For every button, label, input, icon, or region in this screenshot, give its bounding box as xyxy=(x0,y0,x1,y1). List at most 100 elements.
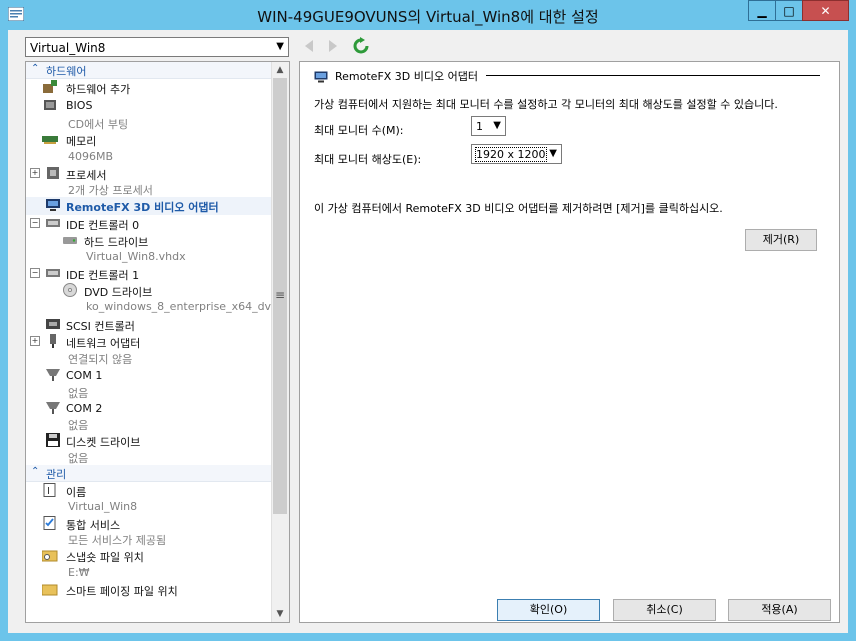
collapse-chevron-icon: ⌃ xyxy=(31,466,40,477)
hard-drive-icon xyxy=(63,237,77,244)
tree-item-bios[interactable]: BIOS CD에서 부팅 xyxy=(26,97,272,131)
scroll-down-icon[interactable]: ▼ xyxy=(272,606,288,622)
tree-item-label: 하드웨어 추가 xyxy=(66,83,131,96)
cancel-button[interactable]: 취소(C) xyxy=(613,599,716,621)
vm-selector-dropdown[interactable]: Virtual_Win8 ▼ xyxy=(25,37,289,57)
max-monitors-dropdown[interactable]: 1 ▼ xyxy=(471,116,506,136)
tree-item-label: 스마트 페이징 파일 위치 xyxy=(66,585,178,598)
tree-scrollbar[interactable]: ▲ ≡ ▼ xyxy=(271,62,289,622)
collapse-icon[interactable]: − xyxy=(30,268,40,278)
refresh-icon[interactable] xyxy=(352,37,370,55)
title-divider xyxy=(486,75,820,76)
chevron-down-icon: ▼ xyxy=(493,120,501,131)
com-port-icon xyxy=(46,369,60,381)
tree-item-label: IDE 컨트롤러 0 xyxy=(66,219,140,232)
bios-chip-icon xyxy=(44,100,56,110)
tree-item-detail: 모든 서비스가 제공됨 xyxy=(68,534,167,547)
tree-item-smart-paging[interactable]: 스마트 페이징 파일 위치 xyxy=(26,581,272,599)
vm-selector-value: Virtual_Win8 xyxy=(30,41,106,55)
panel-title: RemoteFX 3D 비디오 어댑터 xyxy=(335,70,478,83)
tree-item-detail: ko_windows_8_enterprise_x64_dv... xyxy=(86,300,281,313)
settings-window: WIN-49GUE9OVUNS의 Virtual_Win8에 대한 설정 ▁ □… xyxy=(0,0,856,641)
title-bar[interactable]: WIN-49GUE9OVUNS의 Virtual_Win8에 대한 설정 ▁ □… xyxy=(0,0,856,30)
maximize-icon: □ xyxy=(783,3,795,18)
panel-description: 가상 컴퓨터에서 지원하는 최대 모니터 수를 설정하고 각 모니터의 최대 해… xyxy=(314,98,778,111)
ide-controller-icon xyxy=(46,269,60,277)
tree-item-dvd-drive[interactable]: DVD 드라이브 ko_windows_8_enterprise_x64_dv.… xyxy=(26,282,281,316)
minimize-button[interactable]: ▁ xyxy=(748,0,776,21)
chevron-down-icon: ▼ xyxy=(276,41,284,52)
tree-item-ide0[interactable]: − IDE 컨트롤러 0 xyxy=(26,215,272,232)
scrollbar-thumb[interactable]: ≡ xyxy=(273,78,287,514)
collapse-icon[interactable]: − xyxy=(30,218,40,228)
tree-item-hard-drive[interactable]: 하드 드라이브 Virtual_Win8.vhdx xyxy=(26,232,272,265)
tree-item-label: COM 2 xyxy=(66,402,103,415)
tree-item-remotefx[interactable]: RemoteFX 3D 비디오 어댑터 xyxy=(26,197,272,215)
back-arrow-icon[interactable] xyxy=(302,38,316,54)
remove-instructions: 이 가상 컴퓨터에서 RemoteFX 3D 비디오 어댑터를 제거하려면 [제… xyxy=(314,202,723,215)
apply-button[interactable]: 적용(A) xyxy=(728,599,831,621)
expand-icon[interactable]: + xyxy=(30,168,40,178)
tree-item-label: 네트워크 어댑터 xyxy=(66,337,141,350)
tree-item-label: DVD 드라이브 xyxy=(84,286,153,299)
tree-item-name[interactable]: I 이름 Virtual_Win8 xyxy=(26,482,272,515)
settings-tree-content: ⌃ 하드웨어 하드웨어 추가 BIOS CD에서 부팅 메모리 4096MB +… xyxy=(26,62,281,599)
max-resolution-dropdown[interactable]: 1920 x 1200 ▼ xyxy=(471,144,562,164)
monitor-icon xyxy=(314,71,328,83)
tree-item-snapshot-location[interactable]: 스냅숏 파일 위치 E:₩ xyxy=(26,547,272,581)
tree-item-label: RemoteFX 3D 비디오 어댑터 xyxy=(66,201,219,214)
processor-icon xyxy=(47,167,59,179)
hardware-section-title: 하드웨어 xyxy=(46,65,87,78)
snapshot-folder-icon xyxy=(42,550,58,562)
tree-item-detail: 연결되지 않음 xyxy=(68,353,133,366)
integration-services-icon xyxy=(43,516,56,530)
forward-arrow-icon[interactable] xyxy=(326,38,340,54)
max-monitors-value: 1 xyxy=(476,120,483,133)
add-hardware-icon xyxy=(43,80,57,93)
tree-item-detail: 4096MB xyxy=(68,150,114,163)
tree-item-detail: Virtual_Win8 xyxy=(68,500,138,513)
close-button[interactable]: ✕ xyxy=(802,0,849,21)
window-client: Virtual_Win8 ▼ ⌃ 하드웨어 하드웨어 추가 BIOS CD에서 … xyxy=(8,30,848,633)
maximize-button[interactable]: □ xyxy=(775,0,803,21)
tree-item-label: 디스켓 드라이브 xyxy=(66,436,141,449)
tree-item-ide1[interactable]: − IDE 컨트롤러 1 xyxy=(26,265,272,282)
diskette-icon xyxy=(46,433,60,447)
tree-item-label: 통합 서비스 xyxy=(66,519,121,532)
name-text-icon: I xyxy=(43,483,56,497)
svg-text:I: I xyxy=(47,486,50,497)
tree-item-scsi[interactable]: SCSI 컨트롤러 xyxy=(26,316,272,333)
tree-item-detail: 없음 xyxy=(68,387,89,400)
tree-item-label: BIOS xyxy=(66,99,93,112)
monitor-icon xyxy=(46,199,60,211)
tree-item-label: 스냅숏 파일 위치 xyxy=(66,551,144,564)
tree-item-integration-services[interactable]: 통합 서비스 모든 서비스가 제공됨 xyxy=(26,515,272,547)
smart-paging-folder-icon xyxy=(42,584,58,596)
max-resolution-label: 최대 모니터 해상도(E): xyxy=(314,153,422,166)
tree-item-network-adapter[interactable]: + 네트워크 어댑터 연결되지 않음 xyxy=(26,333,272,367)
close-icon: ✕ xyxy=(820,3,831,18)
tree-item-com1[interactable]: COM 1 없음 xyxy=(26,367,272,400)
tree-item-detail: 없음 xyxy=(68,452,89,465)
expand-icon[interactable]: + xyxy=(30,336,40,346)
tree-item-detail: CD에서 부팅 xyxy=(68,118,129,131)
com-port-icon xyxy=(46,402,60,414)
tree-item-memory[interactable]: 메모리 4096MB xyxy=(26,131,272,165)
tree-item-label: IDE 컨트롤러 1 xyxy=(66,269,140,282)
tree-item-detail: Virtual_Win8.vhdx xyxy=(86,250,186,263)
ide-controller-icon xyxy=(46,219,60,227)
scroll-up-icon[interactable]: ▲ xyxy=(272,62,288,78)
tree-item-add-hardware[interactable]: 하드웨어 추가 xyxy=(26,79,272,97)
max-resolution-value: 1920 x 1200 xyxy=(475,147,547,162)
remove-button[interactable]: 제거(R) xyxy=(745,229,817,251)
settings-detail-panel: RemoteFX 3D 비디오 어댑터 가상 컴퓨터에서 지원하는 최대 모니터… xyxy=(299,61,840,623)
tree-item-label: 하드 드라이브 xyxy=(84,236,149,249)
dvd-disc-icon xyxy=(63,283,77,297)
management-section-header[interactable]: ⌃ 관리 xyxy=(26,465,272,482)
chevron-down-icon: ▼ xyxy=(549,148,557,159)
ok-button[interactable]: 확인(O) xyxy=(497,599,600,621)
tree-item-com2[interactable]: COM 2 없음 xyxy=(26,400,272,432)
hardware-section-header[interactable]: ⌃ 하드웨어 xyxy=(26,62,272,79)
tree-item-processor[interactable]: + 프로세서 2개 가상 프로세서 xyxy=(26,165,272,197)
tree-item-diskette[interactable]: 디스켓 드라이브 없음 xyxy=(26,432,272,465)
